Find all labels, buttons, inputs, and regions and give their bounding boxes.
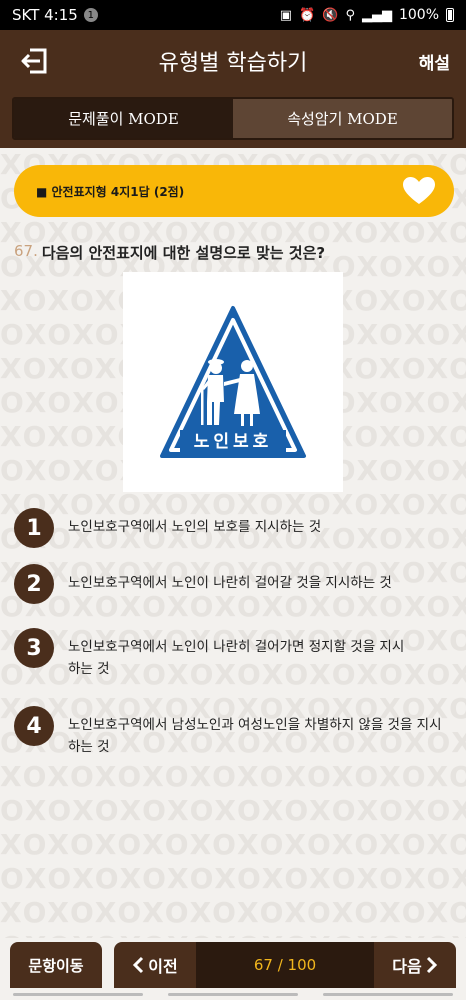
status-bar: SKT 4:15 1 ▣ ⏰ 🔇 ⚲ ▂▄▆ 100% <box>0 0 466 30</box>
answer-text: 노인보호구역에서 노인의 보호를 지시하는 것 <box>68 519 322 535</box>
gesture-segment <box>323 992 454 996</box>
sign-image: 노인보호 <box>123 272 343 492</box>
bottom-navigation: 문항이동 이전 67 / 100 다음 <box>0 938 466 1000</box>
prev-button[interactable]: 이전 <box>114 942 196 988</box>
mode-bar: 문제풀이 MODE 속성암기 MODE <box>0 92 466 148</box>
notification-badge: 1 <box>83 8 98 22</box>
answer-number: 3 <box>14 628 54 668</box>
pager: 이전 67 / 100 다음 <box>114 942 456 988</box>
answer-number: 1 <box>14 508 54 548</box>
answer-number: 2 <box>14 564 54 604</box>
question: 67. 다음의 안전표지에 대한 설명으로 맞는 것은? <box>14 242 454 263</box>
category-label: ■ 안전표지형 4지1답 (2점) <box>36 184 185 199</box>
answer-option-4[interactable]: 4 노인보호구역에서 남성노인과 여성노인을 차별하지 않을 것을 지시하는 것 <box>14 706 454 758</box>
location-icon: ⚲ <box>345 7 355 23</box>
chevron-right-icon <box>426 956 437 974</box>
gesture-segment <box>12 992 143 996</box>
answer-number: 4 <box>14 706 54 746</box>
answer-text: 노인보호구역에서 노인이 나란히 걸어갈 것을 지시하는 것 <box>68 575 392 591</box>
mute-icon: 🔇 <box>322 7 339 23</box>
answer-text: 노인보호구역에서 노인이 나란히 걸어가면 정지할 것을 지시하는 것 <box>68 639 405 677</box>
gesture-segment <box>167 992 298 996</box>
explanation-button[interactable]: 해설 <box>419 49 450 74</box>
question-number: 67. <box>14 242 38 260</box>
back-button[interactable] <box>0 30 70 92</box>
battery-percent: 100% <box>398 7 439 23</box>
mode-tabs: 문제풀이 MODE 속성암기 MODE <box>12 97 454 140</box>
carrier-time: SKT 4:15 <box>12 6 78 24</box>
screenshot-icon: ▣ <box>279 7 293 23</box>
next-label: 다음 <box>392 957 422 976</box>
sign-caption: 노인보호 <box>194 432 273 452</box>
answer-option-1[interactable]: 1 노인보호구역에서 노인의 보호를 지시하는 것 <box>14 508 454 548</box>
alarm-icon: ⏰ <box>299 7 316 23</box>
question-move-button[interactable]: 문항이동 <box>10 942 102 988</box>
battery-icon <box>446 8 454 22</box>
category-banner: ■ 안전표지형 4지1답 (2점) <box>14 165 454 217</box>
signal-icon: ▂▄▆ <box>361 7 392 23</box>
answer-option-3[interactable]: 3 노인보호구역에서 노인이 나란히 걸어가면 정지할 것을 지시하는 것 <box>14 628 454 680</box>
exit-arrow-icon <box>21 48 47 74</box>
question-text: 다음의 안전표지에 대한 설명으로 맞는 것은? <box>41 244 326 262</box>
next-button[interactable]: 다음 <box>374 942 456 988</box>
answer-text: 노인보호구역에서 남성노인과 여성노인을 차별하지 않을 것을 지시하는 것 <box>68 717 442 755</box>
prev-label: 이전 <box>148 957 178 976</box>
tab-memorize-mode[interactable]: 속성암기 MODE <box>233 99 452 138</box>
answer-option-2[interactable]: 2 노인보호구역에서 노인이 나란히 걸어갈 것을 지시하는 것 <box>14 564 454 604</box>
chevron-left-icon <box>133 956 144 974</box>
elderly-protection-sign: 노인보호 <box>160 306 306 458</box>
heart-icon[interactable] <box>402 176 436 206</box>
tab-problem-mode[interactable]: 문제풀이 MODE <box>14 99 233 138</box>
gesture-bar <box>0 988 466 1000</box>
page-counter: 67 / 100 <box>196 942 374 988</box>
app-header: 유형별 학습하기 해설 <box>0 30 466 92</box>
